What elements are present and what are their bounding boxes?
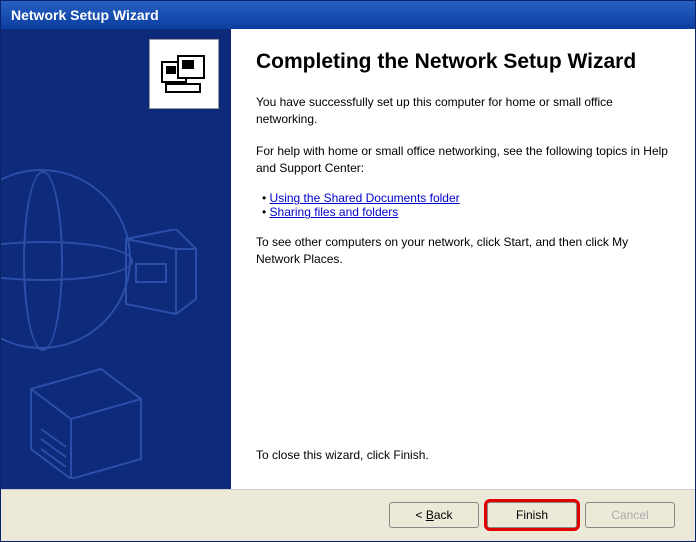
wizard-icon-box [149,39,219,109]
shared-documents-link[interactable]: Using the Shared Documents folder [270,191,460,205]
list-item: Using the Shared Documents folder [262,191,670,205]
main-panel: Completing the Network Setup Wizard You … [231,29,695,489]
help-links-list: Using the Shared Documents folder Sharin… [262,191,670,219]
printer-decoration [106,229,216,329]
cancel-button[interactable]: Cancel [585,502,675,528]
list-item: Sharing files and folders [262,205,670,219]
network-places-text: To see other computers on your network, … [256,234,670,268]
success-text: You have successfully set up this comput… [256,94,670,128]
network-computers-icon [156,46,212,102]
page-heading: Completing the Network Setup Wizard [256,49,670,74]
back-button[interactable]: < Back [389,502,479,528]
close-instruction-text: To close this wizard, click Finish. [256,447,670,464]
wizard-window: Network Setup Wizard [0,0,696,542]
window-title: Network Setup Wizard [11,7,159,23]
finish-button[interactable]: Finish [487,502,577,528]
title-bar: Network Setup Wizard [1,1,695,29]
help-intro-text: For help with home or small office netwo… [256,143,670,177]
documents-decoration [21,359,161,479]
content-area: Completing the Network Setup Wizard You … [1,29,695,489]
sharing-files-link[interactable]: Sharing files and folders [270,205,399,219]
button-row: < Back Finish Cancel [1,489,695,539]
side-panel [1,29,231,489]
